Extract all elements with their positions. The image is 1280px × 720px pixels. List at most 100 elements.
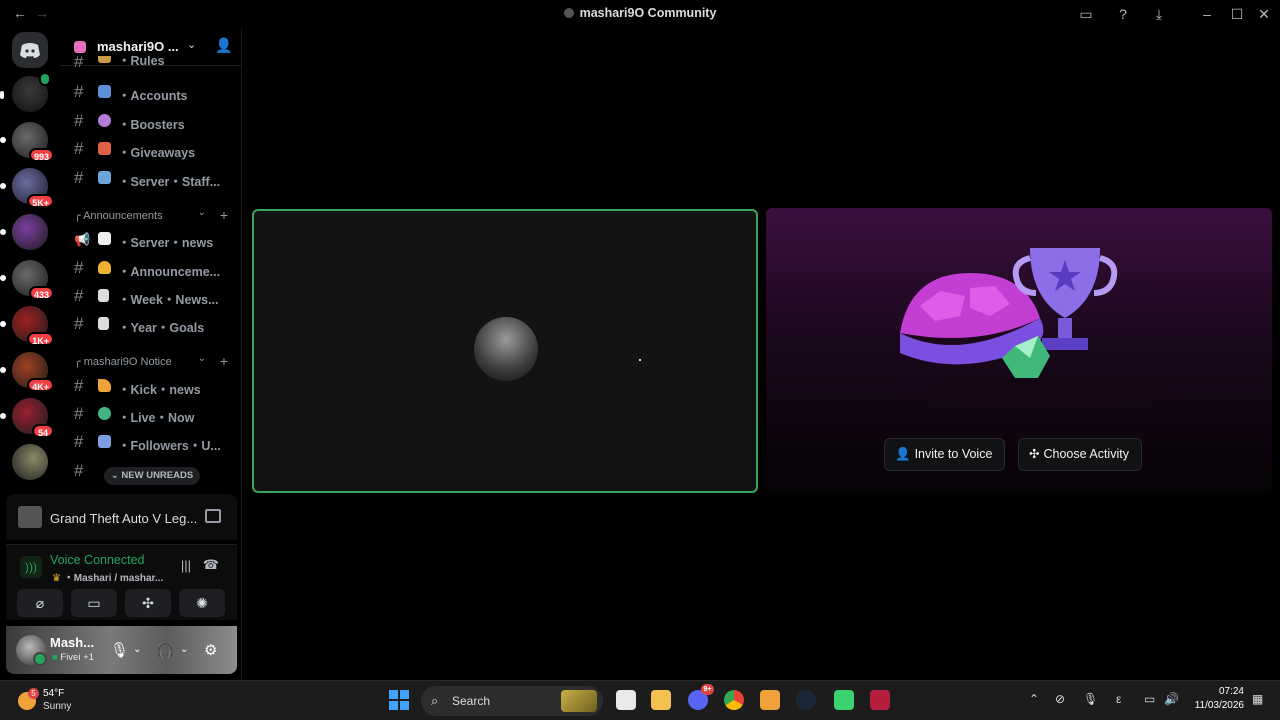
channel-week-news[interactable]: # ・Week・News... <box>72 284 238 308</box>
channel-label: ・Live・Now <box>118 411 195 425</box>
add-channel-icon[interactable]: + <box>220 353 228 369</box>
close-icon[interactable]: ✕ <box>1255 5 1273 23</box>
guild-badge: 4K+ <box>27 378 54 392</box>
hash-icon: # <box>74 139 84 158</box>
category-label: mashari9O Notice <box>83 356 172 368</box>
download-icon[interactable]: ⤓ <box>1150 5 1168 23</box>
category-notice[interactable]: ╭ mashari9O Notice ⌄ + <box>74 353 234 369</box>
guild-icon[interactable] <box>12 444 48 480</box>
minimize-icon[interactable]: – <box>1198 5 1216 23</box>
camera-off-button[interactable]: ⌀ <box>17 589 63 617</box>
hash-icon: # <box>74 404 84 423</box>
guild-folder-3[interactable] <box>0 214 48 250</box>
soundboard-button[interactable]: ✺ <box>179 589 225 617</box>
channel-kick-news[interactable]: # ・Kick・news <box>72 374 238 398</box>
channel-boosters[interactable]: # ・Boosters <box>72 109 238 133</box>
help-icon[interactable]: ? <box>1114 5 1132 23</box>
guild-badge: 54 <box>32 424 54 438</box>
add-channel-icon[interactable]: + <box>220 207 228 223</box>
taskbar-search[interactable]: ⌕ Search <box>421 686 603 716</box>
microphone-tray-icon[interactable]: 🎙 <box>1083 692 1098 706</box>
channel-live-now[interactable]: # ・Live・Now <box>72 402 238 426</box>
game-activity[interactable]: Grand Theft Auto V Leg... <box>6 494 237 540</box>
channel-giveaways[interactable]: # ・Giveaways <box>72 137 238 161</box>
headphones-icon[interactable]: 🎧 <box>156 641 175 659</box>
screen-share-icon[interactable] <box>205 509 221 523</box>
guild-direct-messages[interactable] <box>0 72 51 112</box>
avatar[interactable] <box>16 635 47 666</box>
category-announcements[interactable]: ╭ Announcements ⌄ + <box>74 207 234 223</box>
add-member-icon[interactable]: 👤 <box>215 37 232 54</box>
voice-status[interactable]: Voice Connected <box>50 553 145 567</box>
inbox-icon[interactable]: ▭ <box>1077 5 1095 23</box>
file-explorer-icon[interactable] <box>651 690 671 710</box>
participant-tile[interactable] <box>252 209 758 493</box>
settings-gear-icon[interactable]: ⚙ <box>204 641 217 659</box>
username[interactable]: Mash... <box>50 635 94 650</box>
volume-icon[interactable]: 🔊 <box>1164 692 1179 706</box>
app-icon[interactable] <box>760 690 780 710</box>
server-home-icon <box>74 41 86 53</box>
channel-rules[interactable]: # ・Rules <box>72 56 238 70</box>
invite-label: Invite to Voice <box>914 447 993 461</box>
channel-label: ・Giveaways <box>118 146 196 160</box>
disconnect-icon[interactable]: ☎ <box>203 557 219 573</box>
chevron-down-icon[interactable]: ⌄ <box>187 38 196 51</box>
chevron-down-icon[interactable]: ⌄ <box>198 207 206 218</box>
windows-start-button[interactable] <box>389 690 409 710</box>
steam-icon[interactable] <box>796 690 816 710</box>
guild-folder-7[interactable]: 54 <box>0 398 54 438</box>
channel-label: ・Rules <box>118 56 165 68</box>
user-area: Grand Theft Auto V Leg... ))) Voice Conn… <box>6 494 237 674</box>
voice-channel[interactable]: ♛ ・Mashari / mashar... <box>52 569 163 584</box>
new-unreads-pill[interactable]: ⌄ NEW UNREADS <box>104 467 200 485</box>
maximize-icon[interactable]: ☐ <box>1228 5 1246 23</box>
guild-folder-6[interactable]: 4K+ <box>0 352 54 392</box>
windows-taskbar: 5 54°F Sunny ⌕ Search 9+ ⌃ ⊘ 🎙 ε ▭ 🔊 07:… <box>0 680 1280 720</box>
guild-folder-1[interactable]: 993 <box>0 122 54 162</box>
system-clock[interactable]: 07:24 11/03/2026 <box>1186 685 1244 713</box>
user-status: ■ Fivei +1 <box>52 652 94 663</box>
activities-button[interactable]: ✣ <box>125 589 171 617</box>
game-title: Grand Theft Auto V Leg... <box>50 511 198 526</box>
hash-icon: # <box>74 286 84 305</box>
channel-server-news[interactable]: 📢 ・Server・news <box>72 227 238 251</box>
signal-icon[interactable]: ))) <box>20 556 42 578</box>
screen-share-button[interactable]: ▭ <box>71 589 117 617</box>
channel-announcements[interactable]: # ・Announceme... <box>72 256 238 280</box>
chevron-down-icon[interactable]: ⌄ <box>180 644 188 655</box>
app-a-icon[interactable] <box>870 690 890 710</box>
discord-taskbar-icon[interactable]: 9+ <box>688 684 714 710</box>
window-title-text: mashari9O Community <box>579 6 717 20</box>
channel-accounts[interactable]: # ・Accounts <box>72 80 238 104</box>
chevron-down-icon[interactable]: ⌄ <box>198 353 206 364</box>
soundboard-icon: ✺ <box>196 595 208 611</box>
discord-home-button[interactable] <box>12 32 48 68</box>
channel-label: ・Server・Staff... <box>118 175 221 189</box>
category-label: Announcements <box>83 210 163 222</box>
microphone-icon[interactable]: 🎙 <box>110 641 129 659</box>
chrome-icon[interactable] <box>724 690 744 710</box>
game-app-icon[interactable] <box>834 690 854 710</box>
invite-to-voice-button[interactable]: 👤 Invite to Voice <box>884 438 1006 471</box>
channel-year-goals[interactable]: # ・Year・Goals <box>72 312 238 336</box>
server-logo-icon <box>563 8 574 18</box>
network-off-icon[interactable]: ⊘ <box>1055 692 1065 706</box>
guild-folder-4[interactable]: 433 <box>0 260 54 300</box>
noise-suppression-icon[interactable]: ||| <box>181 558 191 573</box>
clock-date: 11/03/2026 <box>1194 700 1244 711</box>
channel-label: ・Boosters <box>118 118 185 132</box>
guild-folder-2[interactable]: 5K+ <box>0 168 54 208</box>
choose-activity-button[interactable]: ✣ Choose Activity <box>1018 438 1142 471</box>
channel-server-staff[interactable]: # ・Server・Staff... <box>72 166 238 190</box>
chevron-down-icon[interactable]: ⌄ <box>133 644 141 655</box>
page-icon <box>98 317 109 330</box>
language-indicator[interactable]: ε <box>1116 692 1121 706</box>
network-icon[interactable]: ▭ <box>1144 692 1155 706</box>
task-view-icon[interactable] <box>616 690 636 710</box>
chevron-up-icon[interactable]: ⌃ <box>1029 692 1039 706</box>
notification-icon[interactable]: ▦ <box>1252 692 1263 706</box>
gta-game-icon <box>18 506 42 528</box>
channel-followers[interactable]: # ・Followers・U... <box>72 430 238 454</box>
guild-folder-5[interactable]: 1K+ <box>0 306 54 346</box>
